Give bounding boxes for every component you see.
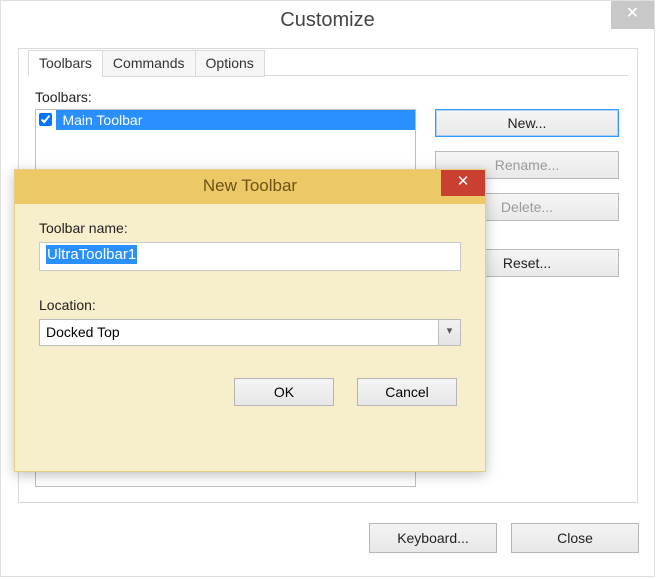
- close-button[interactable]: Close: [511, 523, 639, 553]
- toolbar-name-label: Toolbar name:: [39, 220, 461, 236]
- list-item-label: Main Toolbar: [60, 110, 142, 130]
- location-value: Docked Top: [46, 324, 120, 340]
- cancel-button[interactable]: Cancel: [357, 378, 457, 406]
- close-icon[interactable]: ✕: [611, 1, 654, 29]
- ok-button[interactable]: OK: [234, 378, 334, 406]
- window-title: Customize: [1, 9, 654, 32]
- toolbar-name-value: UltraToolbar1: [46, 245, 137, 264]
- dialog-title: New Toolbar: [15, 176, 485, 196]
- tab-commands[interactable]: Commands: [102, 50, 196, 77]
- new-button[interactable]: New...: [435, 109, 619, 137]
- keyboard-button[interactable]: Keyboard...: [369, 523, 497, 553]
- toolbars-label: Toolbars:: [35, 89, 92, 105]
- tab-options[interactable]: Options: [195, 50, 265, 77]
- dialog-close-icon[interactable]: ✕: [441, 170, 485, 196]
- list-item[interactable]: Main Toolbar: [36, 110, 415, 130]
- list-item-checkbox-cell: [36, 110, 56, 130]
- tab-toolbars[interactable]: Toolbars: [28, 50, 103, 77]
- list-item-checkbox[interactable]: [39, 113, 52, 126]
- chevron-down-icon[interactable]: ▾: [438, 320, 460, 345]
- toolbar-name-input[interactable]: UltraToolbar1: [39, 242, 461, 271]
- location-label: Location:: [39, 297, 461, 313]
- dialog-titlebar: New Toolbar ✕: [15, 170, 485, 204]
- location-select[interactable]: Docked Top ▾: [39, 319, 461, 346]
- dialog-body: Toolbar name: UltraToolbar1 Location: Do…: [39, 220, 461, 455]
- tab-strip: Toolbars Commands Options: [28, 49, 264, 76]
- titlebar: Customize ✕: [1, 1, 654, 41]
- new-toolbar-dialog: New Toolbar ✕ Toolbar name: UltraToolbar…: [14, 169, 486, 472]
